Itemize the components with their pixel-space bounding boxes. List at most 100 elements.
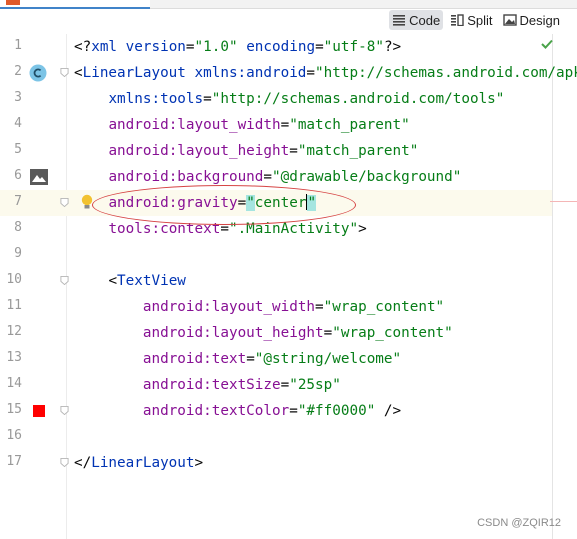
- code-token: android: [142, 299, 204, 315]
- code-token: <: [74, 65, 83, 81]
- code-view-label: Code: [409, 12, 441, 28]
- error-stripe-mark: [550, 201, 577, 202]
- line-number: 15: [6, 402, 22, 417]
- code-line[interactable]: 8 tools:context=".MainActivity">: [0, 216, 552, 242]
- line-number: 16: [6, 428, 22, 443]
- xml-file-icon: [6, 0, 20, 5]
- code-text: android:text="@string/welcome": [74, 349, 401, 369]
- lightbulb-icon[interactable]: [81, 194, 93, 210]
- code-token: android: [142, 351, 204, 367]
- line-number: 9: [14, 246, 22, 261]
- code-text: android:gravity="center": [74, 193, 317, 213]
- code-text: android:layout_height="match_parent": [74, 141, 418, 161]
- code-line[interactable]: 3 xmlns:tools="http://schemas.android.co…: [0, 86, 552, 112]
- code-line[interactable]: 4 android:layout_width="match_parent": [0, 112, 552, 138]
- code-token: =: [315, 299, 324, 315]
- code-token: :textColor: [203, 403, 290, 419]
- code-token: ": [246, 195, 255, 211]
- design-view-icon: [502, 14, 517, 26]
- editor-toolbar: Code Split Design: [0, 9, 577, 33]
- fold-marker-icon[interactable]: [60, 406, 69, 415]
- active-file-tab[interactable]: [0, 0, 150, 9]
- right-margin-guide: [552, 34, 553, 539]
- split-view-label: Split: [467, 12, 493, 28]
- fold-marker-icon[interactable]: [60, 458, 69, 467]
- code-line[interactable]: 6 android:background="@drawable/backgrou…: [0, 164, 552, 190]
- line-number: 17: [6, 454, 22, 469]
- view-mode-switch: Code Split Design: [389, 10, 563, 30]
- code-token: "#ff0000": [297, 403, 376, 419]
- line-number: 7: [14, 194, 22, 209]
- fold-marker-icon[interactable]: [60, 198, 69, 207]
- code-token: =: [203, 91, 212, 107]
- code-text: android:layout_width="wrap_content": [74, 297, 444, 317]
- split-view-button[interactable]: Split: [447, 10, 495, 30]
- code-line[interactable]: 10 <TextView: [0, 268, 552, 294]
- code-editor[interactable]: 1 <?xml version="1.0" encoding="utf-8"?> 2…: [0, 34, 577, 539]
- code-token: LinearLayout: [82, 65, 195, 81]
- code-token: :background: [168, 169, 264, 185]
- code-token: center: [254, 195, 307, 211]
- fold-marker-icon[interactable]: [60, 276, 69, 285]
- design-view-button[interactable]: Design: [500, 10, 563, 30]
- code-text: android:layout_height="wrap_content": [74, 323, 453, 343]
- code-token: :text: [203, 351, 247, 367]
- design-view-label: Design: [519, 12, 560, 28]
- line-number: 4: [14, 116, 22, 131]
- code-token: android: [108, 143, 169, 159]
- code-line[interactable]: 14 android:textSize="25sp": [0, 372, 552, 398]
- code-line[interactable]: 5 android:layout_height="match_parent": [0, 138, 552, 164]
- code-line[interactable]: 2 <LinearLayout xmlns:android="http://sch…: [0, 60, 577, 86]
- code-token: =: [289, 143, 298, 159]
- code-token: "http://schemas.android.com/tools": [211, 91, 505, 107]
- line-number: 6: [14, 168, 22, 183]
- code-token: android: [108, 169, 169, 185]
- line-number: 11: [6, 298, 22, 313]
- line-number: 2: [14, 64, 22, 79]
- code-line[interactable]: 1 <?xml version="1.0" encoding="utf-8"?>: [0, 34, 552, 60]
- ide-window: Code Split Design 1 <?xml version="1.0" …: [0, 0, 577, 539]
- code-token: =: [306, 65, 316, 81]
- image-preview-icon[interactable]: [30, 169, 48, 185]
- code-line[interactable]: 13 android:text="@string/welcome": [0, 346, 552, 372]
- code-line[interactable]: 17 </LinearLayout>: [0, 450, 552, 476]
- code-line[interactable]: 12 android:layout_height="wrap_content": [0, 320, 552, 346]
- code-view-button[interactable]: Code: [389, 10, 444, 30]
- code-token: "1.0": [194, 39, 238, 55]
- color-swatch-icon[interactable]: [33, 405, 45, 417]
- code-token: />: [375, 403, 402, 419]
- code-token: "@string/welcome": [254, 351, 402, 367]
- code-token: =: [323, 325, 333, 341]
- checkmark-icon[interactable]: [541, 39, 553, 49]
- code-token: =: [280, 117, 290, 133]
- code-token: xmlns:android: [194, 65, 307, 81]
- code-token: "25sp": [289, 377, 341, 393]
- code-token: >: [194, 455, 204, 471]
- code-view-icon: [393, 15, 406, 26]
- code-text: <TextView: [74, 271, 185, 291]
- code-token: "match_parent": [297, 143, 419, 159]
- code-line[interactable]: 9: [0, 242, 552, 268]
- code-token: =: [263, 169, 272, 185]
- code-token: tools: [108, 221, 152, 237]
- line-number: 12: [6, 324, 22, 339]
- code-line[interactable]: 15 android:textColor="#ff0000" />: [0, 398, 552, 424]
- fold-marker-icon[interactable]: [60, 68, 69, 77]
- code-line[interactable]: 11 android:layout_width="wrap_content": [0, 294, 552, 320]
- line-number: 14: [6, 376, 22, 391]
- class-icon[interactable]: [29, 64, 47, 82]
- code-text: xmlns:tools="http://schemas.android.com/…: [74, 89, 504, 109]
- code-token: >: [358, 221, 367, 237]
- code-line[interactable]: 16: [0, 424, 552, 450]
- code-token: =: [185, 39, 195, 55]
- code-token: =: [237, 195, 247, 211]
- code-token: =: [246, 351, 255, 367]
- code-line[interactable]: 7 android:gravity="center": [0, 190, 552, 216]
- code-text: tools:context=".MainActivity">: [74, 219, 367, 239]
